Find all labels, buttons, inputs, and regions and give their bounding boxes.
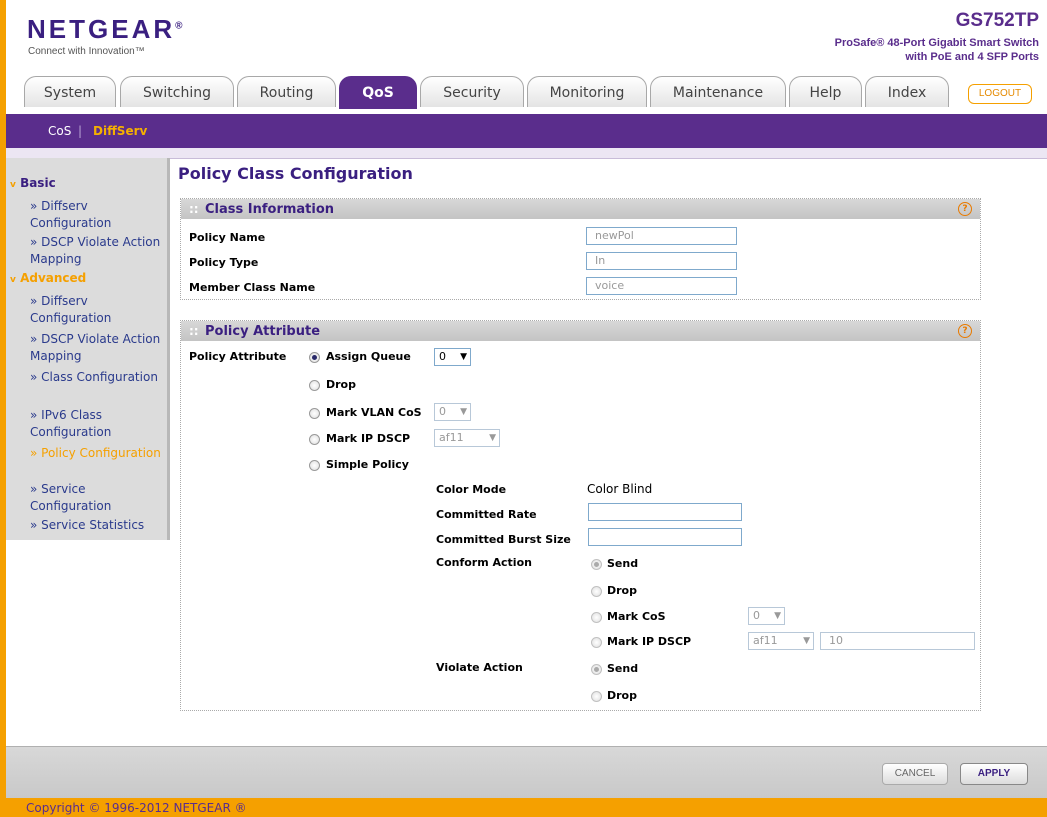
sidebar: v Basic » Diffserv Configuration » DSCP … (6, 158, 170, 540)
violate-action-label: Violate Action (436, 661, 523, 674)
model-description: ProSafe® 48-Port Gigabit Smart Switch wi… (834, 37, 1039, 63)
drop-label: Drop (326, 378, 356, 391)
logout-button[interactable]: LOGOUT (968, 84, 1032, 104)
model-name: GS752TP (955, 10, 1039, 31)
mark-vlan-cos-select[interactable]: 0 ▼ (434, 403, 471, 421)
sidebar-item-ipv6-class-config[interactable]: » IPv6 Class Configuration (30, 407, 170, 441)
mark-vlan-cos-radio[interactable] (309, 408, 320, 419)
policy-type-label: Policy Type (189, 256, 259, 269)
sidebar-item-basic-diffserv-config[interactable]: » Diffserv Configuration (30, 198, 170, 232)
help-icon[interactable]: ? (958, 324, 972, 338)
conform-mark-cos-label: Mark CoS (607, 610, 666, 623)
conform-send-radio[interactable] (591, 559, 602, 570)
assign-queue-select[interactable]: 0 ▼ (434, 348, 471, 366)
copyright-bar: Copyright © 1996-2012 NETGEAR ® (6, 798, 1047, 817)
mark-ip-dscp-radio[interactable] (309, 434, 320, 445)
violate-send-label: Send (607, 662, 639, 675)
chevron-down-icon: ▼ (803, 636, 810, 646)
tab-maintenance[interactable]: Maintenance (650, 76, 786, 107)
subnav-diffserv[interactable]: DiffServ (93, 124, 147, 138)
policy-name-field: newPol (586, 227, 737, 245)
copyright-text: Copyright © 1996-2012 NETGEAR ® (26, 801, 247, 815)
sidebar-item-basic-dscp-violate[interactable]: » DSCP Violate Action Mapping (30, 234, 170, 268)
committed-rate-label: Committed Rate (436, 508, 537, 521)
conform-action-label: Conform Action (436, 556, 532, 569)
tab-index[interactable]: Index (865, 76, 949, 107)
tab-system[interactable]: System (24, 76, 116, 107)
tab-switching[interactable]: Switching (120, 76, 234, 107)
footer-bar: CANCEL APPLY (6, 746, 1047, 799)
policy-attribute-label: Policy Attribute (189, 350, 287, 363)
help-icon[interactable]: ? (958, 202, 972, 216)
policy-attribute-header: :: Policy Attribute ? (181, 321, 980, 341)
mark-ip-dscp-select[interactable]: af11 ▼ (434, 429, 500, 447)
conform-mark-dscp-radio[interactable] (591, 637, 602, 648)
member-class-label: Member Class Name (189, 281, 316, 294)
apply-button[interactable]: APPLY (960, 763, 1028, 785)
sidebar-item-service-statistics[interactable]: » Service Statistics (30, 517, 170, 534)
sidebar-item-adv-dscp-violate[interactable]: » DSCP Violate Action Mapping (30, 331, 170, 365)
conform-drop-radio[interactable] (591, 586, 602, 597)
color-mode-value: Color Blind (587, 482, 653, 496)
conform-mark-cos-radio[interactable] (591, 612, 602, 623)
tab-monitoring[interactable]: Monitoring (527, 76, 647, 107)
chevron-down-icon: ▼ (489, 433, 496, 443)
cancel-button[interactable]: CANCEL (882, 763, 948, 785)
committed-rate-input[interactable] (588, 503, 742, 521)
chevron-down-icon: ▼ (774, 611, 781, 621)
class-information-header: :: Class Information ? (181, 199, 980, 219)
sidebar-item-class-config[interactable]: » Class Configuration (30, 369, 170, 386)
chevron-down-icon: ▼ (460, 352, 467, 362)
policy-type-field: In (586, 252, 737, 270)
tab-help[interactable]: Help (789, 76, 862, 107)
assign-queue-label: Assign Queue (326, 350, 411, 363)
tab-qos[interactable]: QoS (339, 76, 417, 109)
tab-security[interactable]: Security (420, 76, 524, 107)
conform-drop-label: Drop (607, 584, 637, 597)
sidebar-section-basic[interactable]: v Basic (10, 176, 56, 190)
page-title: Policy Class Configuration (178, 164, 413, 183)
chevron-down-icon: ▼ (460, 407, 467, 417)
drop-radio[interactable] (309, 380, 320, 391)
violate-send-radio[interactable] (591, 664, 602, 675)
tagline: Connect with Innovation™ (28, 46, 145, 57)
conform-mark-dscp-select[interactable]: af11 ▼ (748, 632, 814, 650)
subnav-separator: | (78, 124, 83, 138)
mark-ip-dscp-label: Mark IP DSCP (326, 432, 411, 445)
violate-drop-radio[interactable] (591, 691, 602, 702)
mark-vlan-cos-label: Mark VLAN CoS (326, 406, 422, 419)
sidebar-item-policy-config[interactable]: » Policy Configuration (30, 445, 170, 462)
conform-send-label: Send (607, 557, 639, 570)
policy-attribute-panel: :: Policy Attribute ? Policy Attribute A… (180, 320, 981, 711)
conform-mark-cos-select[interactable]: 0 ▼ (748, 607, 785, 625)
drag-handle-icon: :: (189, 202, 199, 216)
conform-mark-dscp-label: Mark IP DSCP (607, 635, 692, 648)
simple-policy-label: Simple Policy (326, 458, 409, 471)
committed-burst-input[interactable] (588, 528, 742, 546)
assign-queue-radio[interactable] (309, 352, 320, 363)
drag-handle-icon: :: (189, 324, 199, 338)
netgear-logo: NETGEAR® (27, 14, 186, 44)
sidebar-section-advanced[interactable]: v Advanced (10, 271, 86, 285)
violate-drop-label: Drop (607, 689, 637, 702)
sidebar-item-adv-diffserv-config[interactable]: » Diffserv Configuration (30, 293, 170, 327)
color-mode-label: Color Mode (436, 483, 507, 496)
sub-navigation: CoS | DiffServ (6, 114, 1047, 148)
sidebar-item-service-config[interactable]: » Service Configuration (30, 481, 170, 515)
simple-policy-radio[interactable] (309, 460, 320, 471)
tab-routing[interactable]: Routing (237, 76, 336, 107)
subnav-cos[interactable]: CoS (48, 124, 71, 138)
policy-name-label: Policy Name (189, 231, 266, 244)
conform-mark-dscp-value-input[interactable]: 10 (820, 632, 975, 650)
member-class-field: voice (586, 277, 737, 295)
committed-burst-label: Committed Burst Size (436, 533, 571, 546)
class-information-panel: :: Class Information ? Policy Name newPo… (180, 198, 981, 300)
